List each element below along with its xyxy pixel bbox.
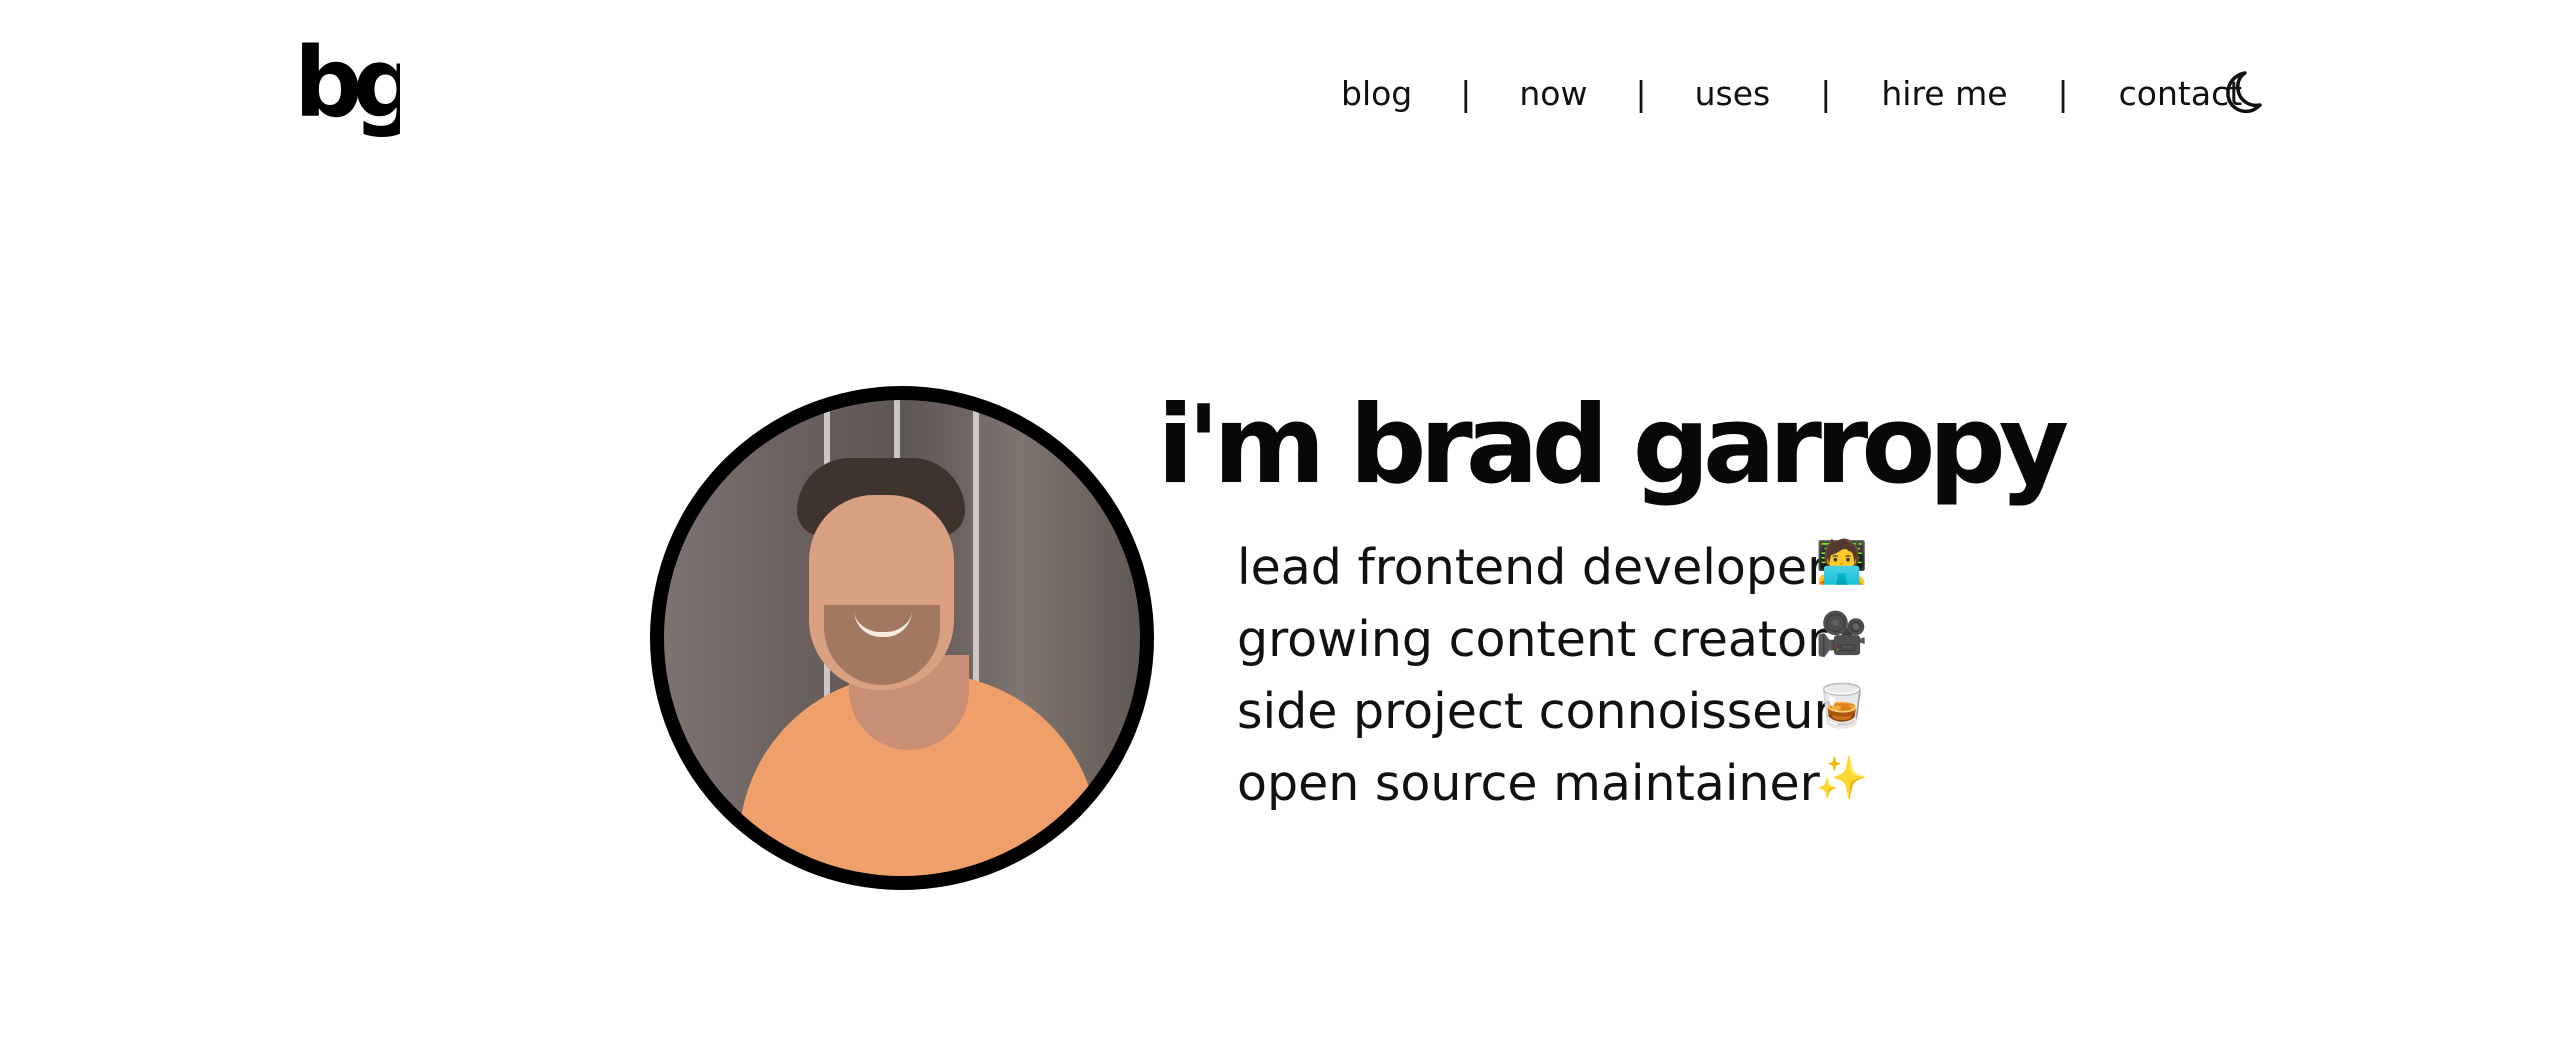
bg-logo[interactable]: bg <box>294 38 400 142</box>
nav-separator: | <box>2057 73 2069 113</box>
role-text: growing content creator <box>1237 611 1828 668</box>
nav-uses-link[interactable]: uses <box>1695 77 1771 110</box>
nav-blog-link[interactable]: blog <box>1341 77 1412 110</box>
nav-now-link[interactable]: now <box>1519 77 1587 110</box>
role-item: growing content creator 🎥 <box>1237 604 1887 676</box>
main-navigation: blog | now | uses | hire me | contact <box>1341 70 2242 116</box>
role-text: lead frontend developer <box>1237 539 1828 596</box>
video-camera-icon: 🎥 <box>1815 609 1869 658</box>
role-list: lead frontend developer 🧑‍💻 growing cont… <box>1237 532 1887 820</box>
nav-hire-me-link[interactable]: hire me <box>1881 77 2007 110</box>
moon-icon[interactable] <box>2218 69 2264 115</box>
role-item: open source maintainer ✨ <box>1237 748 1887 820</box>
site-header: bg blog | now | uses | hire me | contact <box>0 0 2560 190</box>
role-item: side project connoisseur 🥃 <box>1237 676 1887 748</box>
svg-text:bg: bg <box>294 38 400 139</box>
nav-separator: | <box>1820 73 1832 113</box>
developer-emoji-icon: 🧑‍💻 <box>1815 537 1869 586</box>
sparkles-icon: ✨ <box>1815 753 1869 802</box>
whiskey-glass-icon: 🥃 <box>1815 681 1869 730</box>
role-text: open source maintainer <box>1237 755 1820 812</box>
profile-photo <box>664 400 1140 876</box>
role-text: side project connoisseur <box>1237 683 1834 740</box>
nav-separator: | <box>1635 73 1647 113</box>
nav-separator: | <box>1460 73 1472 113</box>
hero-title: i'm brad garropy <box>1157 383 2069 508</box>
role-item: lead frontend developer 🧑‍💻 <box>1237 532 1887 604</box>
